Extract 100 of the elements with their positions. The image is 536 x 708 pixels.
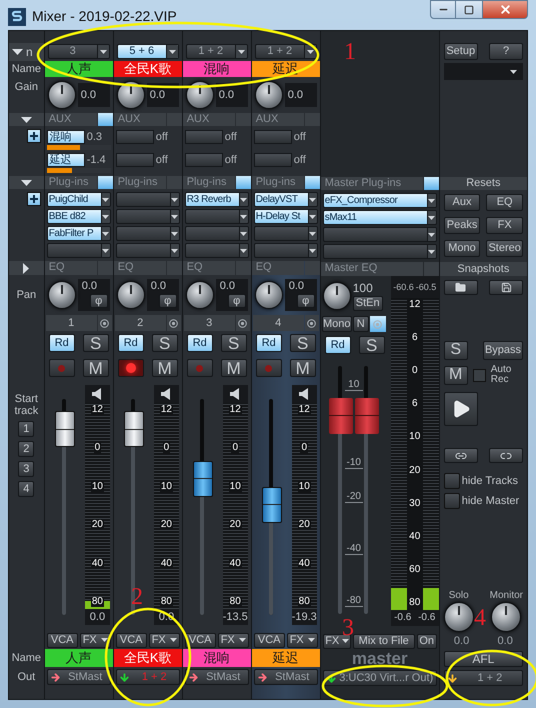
knob[interactable]: [48, 81, 76, 109]
toggle-button[interactable]: [424, 177, 439, 190]
fx-selector[interactable]: FX: [80, 632, 111, 648]
mute-button[interactable]: M: [152, 359, 178, 377]
output-selector[interactable]: StMast: [184, 669, 249, 685]
checkbox[interactable]: [472, 368, 486, 382]
mono-button[interactable]: Mono: [322, 316, 352, 332]
link-button[interactable]: [444, 448, 478, 463]
knob[interactable]: [254, 281, 283, 309]
bypass-button[interactable]: Bypass: [483, 340, 523, 360]
open-button[interactable]: [444, 280, 478, 295]
mute-button[interactable]: M: [82, 359, 109, 377]
start-track-button[interactable]: 1: [18, 421, 34, 437]
sten-button[interactable]: StEn: [352, 296, 383, 311]
knob[interactable]: [186, 81, 214, 109]
help-button[interactable]: ?: [489, 43, 523, 60]
phase-button[interactable]: φ: [90, 294, 108, 308]
reset-button[interactable]: Peaks: [444, 217, 480, 234]
solo-button[interactable]: S: [152, 334, 178, 352]
fader-handle[interactable]: [192, 460, 213, 497]
target-button[interactable]: [304, 315, 319, 331]
phase-button[interactable]: φ: [296, 294, 315, 308]
knob[interactable]: [116, 81, 145, 109]
input-selector[interactable]: 1 + 2: [186, 44, 248, 59]
plugin-slot[interactable]: eFX_Compressor: [322, 193, 437, 208]
mute-button[interactable]: M: [290, 359, 316, 377]
fader-handle[interactable]: [124, 411, 144, 448]
aux-send-button[interactable]: 混响: [46, 130, 85, 144]
aux-send-button[interactable]: 延迟: [46, 153, 85, 167]
plugin-slot[interactable]: PuigChild: [46, 192, 111, 207]
knob[interactable]: [444, 602, 474, 632]
toggle-button[interactable]: [304, 261, 320, 275]
vca-button[interactable]: VCA: [184, 632, 216, 648]
vca-button[interactable]: VCA: [254, 632, 285, 648]
toggle-button[interactable]: [166, 261, 182, 275]
solo-button[interactable]: S: [290, 334, 316, 352]
reset-button[interactable]: FX: [486, 217, 523, 234]
toggle-button[interactable]: [236, 261, 251, 275]
maximize-button[interactable]: [456, 0, 482, 19]
mute-button[interactable]: M: [444, 366, 468, 384]
input-selector[interactable]: 5 + 6: [116, 44, 179, 59]
knob[interactable]: [322, 282, 351, 310]
unlink-button[interactable]: [489, 448, 523, 463]
toggle-button[interactable]: [166, 176, 182, 189]
input-selector[interactable]: 1 + 2: [254, 44, 317, 59]
start-track-button[interactable]: 3: [18, 461, 34, 477]
checkbox[interactable]: [444, 473, 460, 489]
add-button[interactable]: [26, 129, 41, 143]
toggle-button[interactable]: [236, 113, 251, 126]
fader-handle[interactable]: [328, 398, 379, 434]
save-button[interactable]: [489, 280, 523, 295]
toggle-button[interactable]: [236, 176, 251, 189]
toggle-button[interactable]: [98, 261, 113, 275]
solo-button[interactable]: S: [82, 334, 109, 352]
record-button[interactable]: [118, 359, 144, 377]
read-button[interactable]: Rd: [324, 336, 351, 354]
mute-button[interactable]: M: [220, 359, 247, 377]
n-button[interactable]: N: [352, 316, 369, 332]
output-selector[interactable]: StMast: [254, 669, 318, 685]
phase-button[interactable]: φ: [228, 294, 246, 308]
toggle-button[interactable]: [304, 176, 320, 189]
toggle-button[interactable]: [98, 113, 113, 126]
start-track-button[interactable]: 4: [18, 481, 34, 497]
read-button[interactable]: Rd: [48, 334, 75, 352]
output-selector[interactable]: StMast: [46, 669, 111, 685]
phase-button[interactable]: φ: [158, 294, 177, 308]
reset-button[interactable]: Aux: [444, 194, 480, 211]
input-selector[interactable]: 3: [48, 44, 110, 59]
fader-handle[interactable]: [54, 411, 75, 448]
solo-button[interactable]: S: [220, 334, 247, 352]
fader-handle[interactable]: [262, 486, 282, 523]
output-selector[interactable]: 3:UC30 Virt...r Out): [322, 670, 437, 686]
output-selector[interactable]: 1 + 2: [444, 670, 523, 686]
fx-selector[interactable]: FX: [218, 632, 249, 648]
target-button[interactable]: [370, 316, 386, 332]
toggle-button[interactable]: [424, 262, 439, 276]
reset-button[interactable]: Stereo: [486, 240, 523, 257]
toggle-button[interactable]: [98, 176, 113, 189]
read-button[interactable]: Rd: [118, 334, 144, 352]
start-track-button[interactable]: 2: [18, 441, 34, 457]
knob[interactable]: [116, 281, 145, 309]
plugin-slot[interactable]: sMax11: [322, 210, 437, 225]
play-button[interactable]: [444, 392, 478, 426]
knob[interactable]: [491, 602, 522, 632]
vca-button[interactable]: VCA: [116, 632, 147, 648]
plugin-slot[interactable]: DelayVST: [254, 192, 318, 207]
toggle-button[interactable]: [304, 113, 320, 126]
on-button[interactable]: On: [416, 634, 437, 648]
toggle-button[interactable]: [166, 113, 182, 126]
setup-button[interactable]: Setup: [444, 43, 478, 60]
reset-button[interactable]: Mono: [444, 240, 480, 257]
knob[interactable]: [254, 81, 283, 109]
plugin-slot[interactable]: H-Delay St: [254, 209, 318, 224]
plugin-slot[interactable]: R3 Reverb: [184, 192, 249, 207]
add-button[interactable]: [26, 192, 41, 206]
solo-button[interactable]: S: [444, 340, 468, 360]
knob[interactable]: [186, 281, 214, 309]
reset-button[interactable]: EQ: [486, 194, 523, 211]
target-button[interactable]: [236, 315, 250, 331]
vca-button[interactable]: VCA: [46, 632, 78, 648]
